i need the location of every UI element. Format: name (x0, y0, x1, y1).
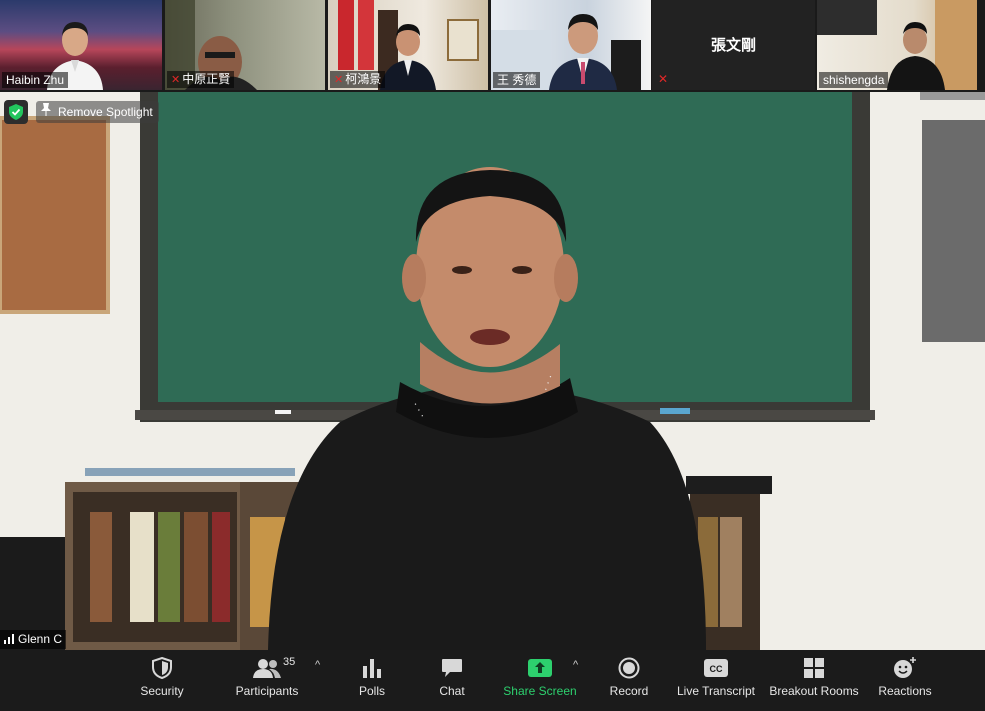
chat-button[interactable]: Chat (432, 650, 472, 711)
spotlight-speaker-name: Glenn C (0, 630, 67, 649)
chat-label: Chat (439, 684, 465, 698)
breakout-rooms-label: Breakout Rooms (769, 684, 859, 698)
remove-spotlight-label: Remove Spotlight (58, 105, 153, 119)
video-tile-haibin-zhu[interactable]: Haibin Zhu (0, 0, 162, 90)
participants-label: Participants (235, 684, 299, 698)
share-options-caret-icon[interactable]: ^ (573, 659, 578, 671)
breakout-rooms-icon (804, 655, 824, 681)
participant-name: Haibin Zhu (2, 72, 69, 88)
reactions-label: Reactions (878, 684, 932, 698)
participants-options-caret-icon[interactable]: ^ (315, 659, 320, 671)
connection-bars-icon (4, 633, 14, 647)
speaker-video-frame: · · · · · · (0, 92, 985, 650)
participant-count: 35 (283, 656, 296, 668)
mic-muted-icon: ✕ (658, 72, 669, 86)
video-tile-participant-5[interactable]: 張文剛 ✕ (652, 0, 815, 90)
record-icon (618, 655, 640, 681)
participant-name: ✕ 中原正賢 (167, 71, 235, 88)
reactions-button[interactable]: Reactions (876, 650, 934, 711)
mic-muted-icon: ✕ (334, 74, 344, 86)
chat-bubble-icon (441, 655, 463, 681)
live-transcript-button[interactable]: CC Live Transcript (676, 650, 756, 711)
video-tile-shishengda[interactable]: shishengda (817, 0, 977, 90)
participants-icon (253, 655, 281, 681)
unpin-icon (40, 101, 52, 123)
shield-icon (152, 655, 172, 681)
record-button[interactable]: Record (605, 650, 653, 711)
video-tile-participant-2[interactable]: ✕ 中原正賢 (165, 0, 325, 90)
mic-muted-icon: ✕ (171, 74, 181, 86)
gallery-strip: Haibin Zhu ✕ 中原正賢 ✕ 柯鴻景 王 秀德 張文剛 ✕ shish… (0, 0, 985, 92)
reactions-smiley-icon (893, 655, 917, 681)
share-screen-icon (528, 655, 552, 681)
meeting-toolbar: Security Participants 35 ^ Polls Chat Sh… (0, 650, 985, 711)
participant-name: ✕ 柯鴻景 (330, 71, 386, 88)
security-label: Security (140, 684, 184, 698)
polls-label: Polls (358, 684, 385, 698)
polls-button[interactable]: Polls (352, 650, 392, 711)
participant-name-placeholder: 張文剛 (710, 37, 756, 54)
spotlight-video: · · · · · · (0, 92, 985, 650)
participant-name: 王 秀德 (493, 72, 541, 88)
svg-text:CC: CC (710, 664, 723, 674)
security-button[interactable]: Security (136, 650, 188, 711)
video-tile-participant-3[interactable]: ✕ 柯鴻景 (328, 0, 488, 90)
participant-name: shishengda (819, 72, 889, 88)
closed-caption-icon: CC (704, 655, 728, 681)
remove-spotlight-button[interactable]: Remove Spotlight (36, 101, 159, 123)
live-transcript-label: Live Transcript (676, 684, 756, 698)
video-tile-participant-4[interactable]: 王 秀德 (491, 0, 651, 90)
share-screen-label: Share Screen (503, 684, 577, 698)
share-screen-button[interactable]: Share Screen (503, 650, 577, 711)
record-label: Record (609, 684, 649, 698)
encryption-shield-icon[interactable] (4, 100, 28, 124)
polls-icon (362, 655, 382, 681)
breakout-rooms-button[interactable]: Breakout Rooms (768, 650, 860, 711)
